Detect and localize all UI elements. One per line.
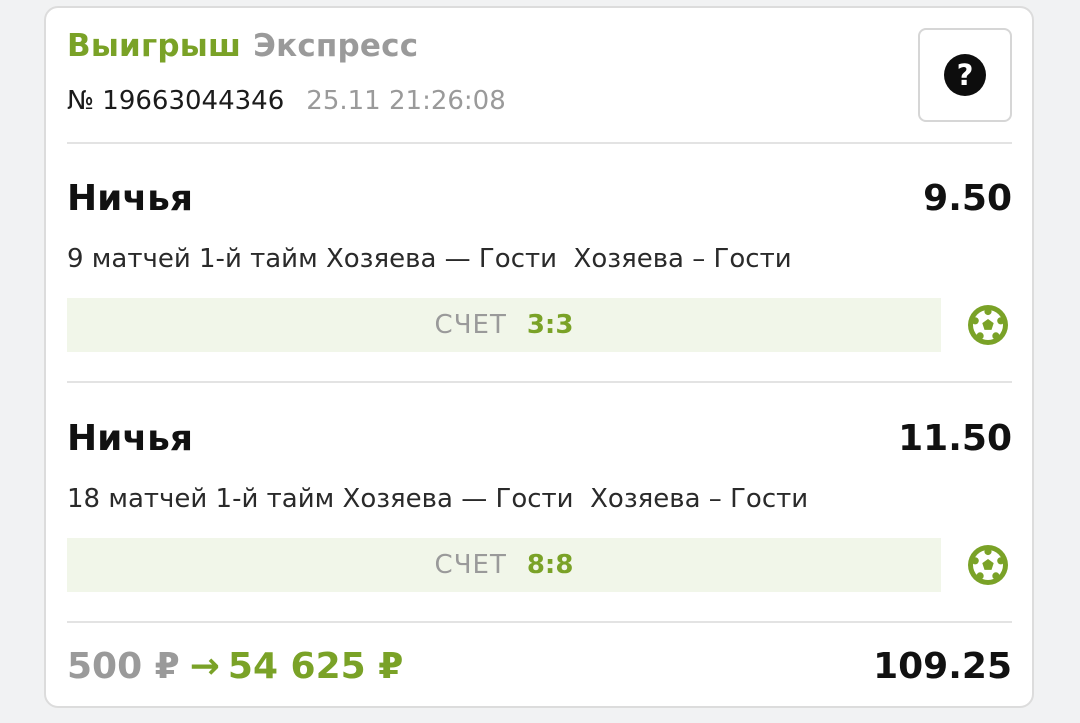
bet-type: Экспресс [253,28,419,64]
stake-amount: 500 ₽ [67,646,180,687]
ticket-meta: № 19663044346 25.11 21:26:08 [67,86,506,116]
bet-odds: 9.50 [923,178,1012,219]
win-status: Выигрыш [67,28,242,64]
question-circle-icon: ? [944,54,986,96]
score-label: СЧЕТ [434,310,507,340]
soccer-ball-icon [968,305,1008,345]
ticket-header: Выигрыш Экспресс № 19663044346 25.11 21:26… [46,8,1032,144]
bet-ticket-card: Выигрыш Экспресс № 19663044346 25.11 21:26… [44,6,1034,708]
bet-outcome: Ничья [67,418,193,459]
payout-amount: 54 625 ₽ [227,646,404,687]
bet-odds: 11.50 [898,418,1012,459]
help-button[interactable]: ? [918,28,1012,122]
bet-item: Ничья 11.50 18 матчей 1-й тайм Хозяева —… [46,388,1032,618]
score-box: СЧЕТ 8:8 [67,538,941,592]
ticket-title: Выигрыш Экспресс [67,28,418,64]
score-label: СЧЕТ [434,550,507,580]
score-box: СЧЕТ 3:3 [67,298,941,352]
ticket-footer: 500 ₽ → 54 625 ₽ 109.25 [46,624,1032,708]
bet-description: 9 матчей 1-й тайм Хозяева — Гости Хозяев… [67,244,792,274]
score-value: 8:8 [526,550,574,580]
ticket-datetime: 25.11 21:26:08 [306,86,506,116]
bet-description: 18 матчей 1-й тайм Хозяева — Гости Хозяе… [67,484,809,514]
ticket-number: № 19663044346 [67,86,285,116]
total-odds: 109.25 [873,646,1012,687]
bet-item: Ничья 9.50 9 матчей 1-й тайм Хозяева — Г… [46,148,1032,378]
bet-outcome: Ничья [67,178,193,219]
divider [67,142,1012,144]
score-value: 3:3 [526,310,574,340]
stake-to-payout: 500 ₽ → 54 625 ₽ [67,646,403,687]
arrow-right-icon: → [189,646,220,687]
soccer-ball-icon [968,545,1008,585]
divider [67,381,1012,383]
divider [67,621,1012,623]
